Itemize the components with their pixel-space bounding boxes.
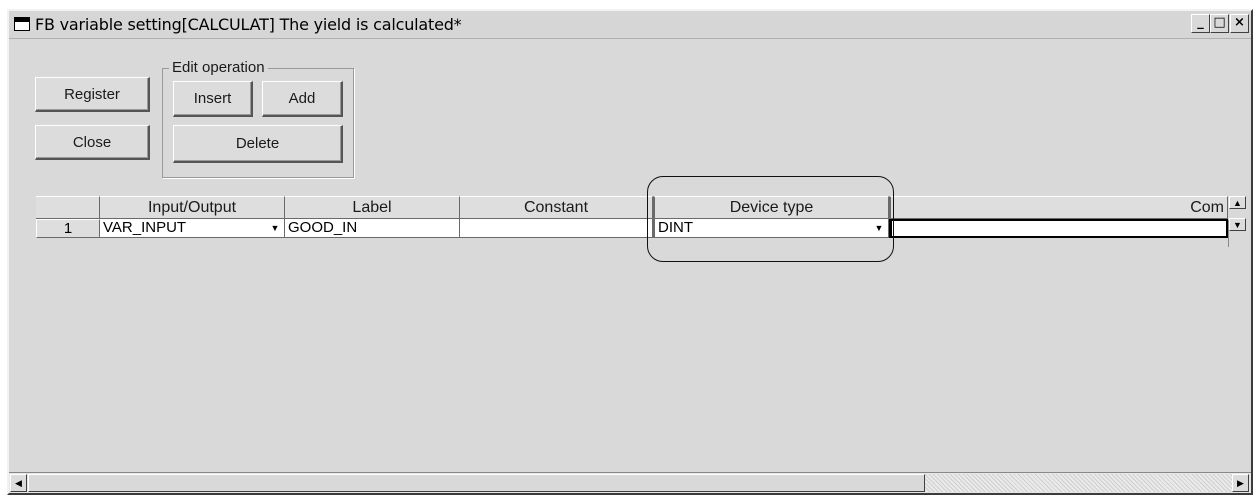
- comment-cell[interactable]: [889, 219, 1228, 238]
- maximize-button[interactable]: □: [1210, 14, 1229, 33]
- scroll-right-icon[interactable]: ▶: [1232, 474, 1249, 492]
- header-corner: [36, 196, 100, 219]
- window-title: FB variable setting[CALCULAT] The yield …: [35, 15, 462, 34]
- header-label[interactable]: Label: [285, 196, 460, 219]
- io-dropdown-icon[interactable]: ▼: [268, 221, 282, 235]
- horizontal-scroll-track[interactable]: [925, 474, 1232, 492]
- minimize-button[interactable]: _: [1191, 14, 1210, 33]
- vertical-scrollbar[interactable]: ▲ ▼: [1228, 196, 1246, 247]
- header-device-type[interactable]: Device type: [653, 196, 889, 219]
- close-window-button[interactable]: ×: [1230, 14, 1249, 33]
- io-cell[interactable]: VAR_INPUT ▼: [100, 219, 285, 238]
- fb-variable-setting-window: FB variable setting[CALCULAT] The yield …: [7, 9, 1253, 495]
- register-button[interactable]: Register: [35, 77, 150, 112]
- scroll-down-icon[interactable]: ▼: [1229, 218, 1246, 231]
- variable-grid: Input/Output Label Constant Device type …: [36, 196, 1228, 472]
- header-input-output[interactable]: Input/Output: [100, 196, 285, 219]
- title-bar[interactable]: FB variable setting[CALCULAT] The yield …: [9, 11, 1251, 39]
- horizontal-scroll-thumb[interactable]: [28, 474, 925, 492]
- header-constant[interactable]: Constant: [460, 196, 653, 219]
- row-number[interactable]: 1: [36, 219, 100, 238]
- window-icon: [14, 17, 30, 31]
- device-type-value: DINT: [658, 219, 693, 236]
- io-value: VAR_INPUT: [103, 219, 187, 236]
- label-cell[interactable]: GOOD_IN: [285, 219, 460, 238]
- edit-operation-label: Edit operation: [169, 59, 268, 76]
- scroll-left-icon[interactable]: ◀: [10, 474, 27, 492]
- add-button[interactable]: Add: [262, 81, 343, 117]
- device-type-cell[interactable]: DINT ▼: [653, 219, 889, 238]
- close-button[interactable]: Close: [35, 125, 150, 160]
- scroll-up-icon[interactable]: ▲: [1229, 196, 1246, 209]
- header-comment[interactable]: Com: [889, 196, 1228, 219]
- insert-button[interactable]: Insert: [173, 81, 253, 117]
- constant-cell[interactable]: [460, 219, 653, 238]
- delete-button[interactable]: Delete: [173, 125, 343, 163]
- device-type-dropdown-icon[interactable]: ▼: [872, 221, 886, 235]
- horizontal-scrollbar[interactable]: ◀ ▶: [9, 472, 1251, 493]
